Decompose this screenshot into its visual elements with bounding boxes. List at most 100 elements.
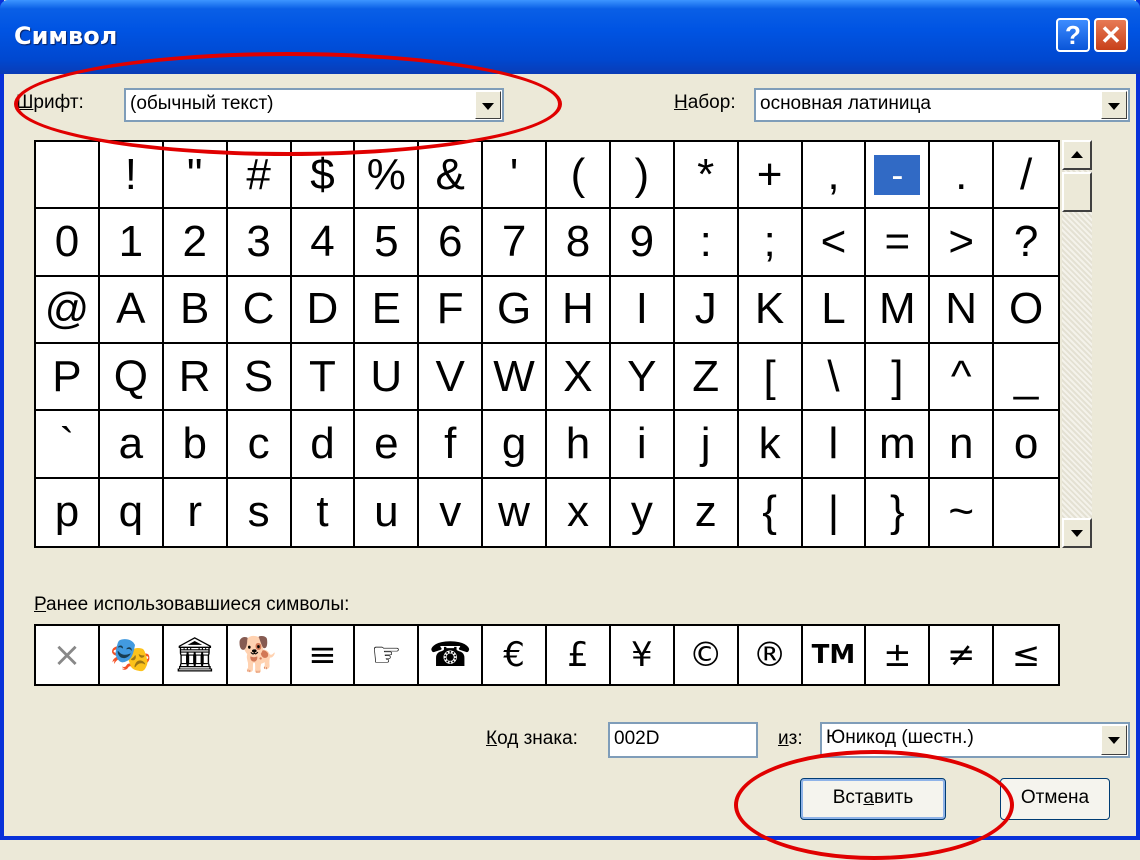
recent-symbol-cell[interactable]: ≡ bbox=[292, 626, 356, 684]
recent-symbol-cell[interactable]: ± bbox=[866, 626, 931, 684]
insert-button[interactable]: Вставить bbox=[800, 778, 946, 820]
symbol-cell[interactable]: z bbox=[675, 478, 739, 546]
symbol-cell[interactable]: l bbox=[802, 411, 867, 479]
scroll-up-icon[interactable] bbox=[1062, 140, 1092, 170]
symbol-cell[interactable]: } bbox=[866, 478, 931, 546]
symbol-cell[interactable]: ~ bbox=[930, 478, 995, 546]
symbol-cell[interactable]: P bbox=[36, 344, 100, 412]
encoding-select[interactable]: Юникод (шестн.) bbox=[820, 722, 1130, 758]
symbol-cell[interactable]: H bbox=[547, 276, 611, 344]
symbol-cell[interactable]: A bbox=[99, 276, 164, 344]
symbol-cell[interactable]: Y bbox=[610, 344, 675, 412]
symbol-cell[interactable]: q bbox=[100, 478, 164, 546]
symbol-cell[interactable]: , bbox=[802, 142, 867, 210]
symbol-cell[interactable]: $ bbox=[291, 142, 356, 210]
symbol-cell[interactable]: ] bbox=[866, 344, 931, 412]
symbol-cell[interactable]: v bbox=[419, 478, 484, 546]
symbol-cell[interactable]: y bbox=[611, 478, 675, 546]
symbol-cell[interactable]: 6 bbox=[419, 209, 484, 277]
symbol-cell[interactable]: u bbox=[355, 478, 420, 546]
symbol-cell[interactable]: g bbox=[483, 411, 547, 479]
symbol-cell[interactable]: * bbox=[674, 142, 739, 210]
symbol-cell[interactable]: c bbox=[227, 411, 292, 479]
symbol-cell[interactable] bbox=[36, 142, 100, 210]
symbol-cell[interactable]: w bbox=[483, 478, 547, 546]
symbol-cell[interactable]: + bbox=[738, 142, 803, 210]
recent-symbol-cell[interactable]: ® bbox=[739, 626, 803, 684]
symbol-cell[interactable]: " bbox=[163, 142, 228, 210]
symbol-cell[interactable]: f bbox=[419, 411, 484, 479]
subset-select[interactable]: основная латиница bbox=[754, 88, 1130, 122]
symbol-cell[interactable]: 5 bbox=[355, 209, 420, 277]
symbol-cell[interactable]: Q bbox=[99, 344, 164, 412]
symbol-cell[interactable]: X bbox=[547, 344, 611, 412]
symbol-cell[interactable] bbox=[994, 479, 1058, 546]
symbol-cell[interactable]: J bbox=[674, 276, 739, 344]
symbol-cell[interactable]: _ bbox=[994, 344, 1058, 412]
recent-symbol-cell[interactable]: ≠ bbox=[930, 626, 995, 684]
symbol-cell[interactable]: Z bbox=[674, 344, 739, 412]
cancel-button[interactable]: Отмена bbox=[1000, 778, 1110, 820]
close-button[interactable]: ✕ bbox=[1094, 18, 1128, 52]
symbol-cell[interactable]: . bbox=[930, 142, 995, 210]
symbol-cell[interactable]: m bbox=[866, 411, 931, 479]
symbol-cell[interactable]: o bbox=[994, 411, 1058, 479]
recent-symbol-cell[interactable]: ☞ bbox=[355, 626, 420, 684]
symbol-cell[interactable]: E bbox=[355, 276, 420, 344]
symbol-cell[interactable]: : bbox=[674, 209, 739, 277]
chevron-down-icon[interactable] bbox=[1101, 725, 1127, 755]
symbol-cell[interactable]: & bbox=[419, 142, 484, 210]
symbol-cell[interactable]: T bbox=[291, 344, 356, 412]
recent-symbol-cell[interactable]: ≤ bbox=[994, 626, 1058, 684]
symbol-cell[interactable]: a bbox=[99, 411, 164, 479]
scroll-down-icon[interactable] bbox=[1062, 518, 1092, 548]
symbol-cell[interactable]: - bbox=[866, 142, 931, 210]
chevron-down-icon[interactable] bbox=[1101, 91, 1127, 119]
symbol-cell[interactable]: 3 bbox=[227, 209, 292, 277]
recent-symbol-cell[interactable]: TM bbox=[803, 626, 867, 684]
symbol-cell[interactable]: j bbox=[674, 411, 739, 479]
symbol-cell[interactable]: ; bbox=[738, 209, 803, 277]
recent-symbol-cell[interactable]: € bbox=[483, 626, 547, 684]
symbol-cell[interactable]: b bbox=[163, 411, 228, 479]
recent-symbol-cell[interactable]: ¥ bbox=[611, 626, 675, 684]
chevron-down-icon[interactable] bbox=[475, 91, 501, 119]
symbol-cell[interactable]: [ bbox=[738, 344, 803, 412]
symbol-cell[interactable]: \ bbox=[802, 344, 867, 412]
symbol-cell[interactable]: = bbox=[866, 209, 931, 277]
symbol-cell[interactable]: 7 bbox=[483, 209, 547, 277]
help-button[interactable]: ? bbox=[1056, 18, 1090, 52]
symbol-cell[interactable]: i bbox=[610, 411, 675, 479]
symbol-cell[interactable]: # bbox=[227, 142, 292, 210]
recent-symbol-cell[interactable]: 🎭 bbox=[100, 626, 164, 684]
symbol-cell[interactable]: e bbox=[355, 411, 420, 479]
symbol-cell[interactable]: K bbox=[738, 276, 803, 344]
symbol-cell[interactable]: R bbox=[163, 344, 228, 412]
symbol-cell[interactable]: ` bbox=[36, 411, 100, 479]
symbol-cell[interactable]: G bbox=[483, 276, 547, 344]
symbol-cell[interactable]: n bbox=[930, 411, 995, 479]
symbol-cell[interactable]: ' bbox=[483, 142, 547, 210]
symbol-cell[interactable]: C bbox=[227, 276, 292, 344]
symbol-cell[interactable]: I bbox=[610, 276, 675, 344]
recent-symbol-cell[interactable]: 🏛 bbox=[164, 626, 228, 684]
symbol-cell[interactable]: L bbox=[802, 276, 867, 344]
recent-symbol-cell[interactable]: © bbox=[675, 626, 739, 684]
symbol-cell[interactable]: t bbox=[292, 478, 356, 546]
symbol-cell[interactable]: < bbox=[802, 209, 867, 277]
character-code-input[interactable]: 002D bbox=[608, 722, 758, 758]
recent-symbol-cell[interactable]: ☎ bbox=[419, 626, 484, 684]
recent-symbol-cell[interactable]: £ bbox=[547, 626, 611, 684]
symbol-cell[interactable]: 0 bbox=[36, 209, 100, 277]
symbol-cell[interactable]: x bbox=[547, 478, 611, 546]
symbol-cell[interactable]: W bbox=[483, 344, 547, 412]
symbol-cell[interactable]: ? bbox=[994, 209, 1058, 277]
font-select[interactable]: (обычный текст) bbox=[124, 88, 504, 122]
symbol-cell[interactable]: k bbox=[738, 411, 803, 479]
symbol-cell[interactable]: h bbox=[547, 411, 611, 479]
symbol-cell[interactable]: 2 bbox=[163, 209, 228, 277]
recent-symbol-cell[interactable]: × bbox=[36, 626, 100, 684]
symbol-cell[interactable]: O bbox=[994, 277, 1058, 344]
symbol-cell[interactable]: / bbox=[994, 142, 1058, 210]
symbol-cell[interactable]: 4 bbox=[291, 209, 356, 277]
